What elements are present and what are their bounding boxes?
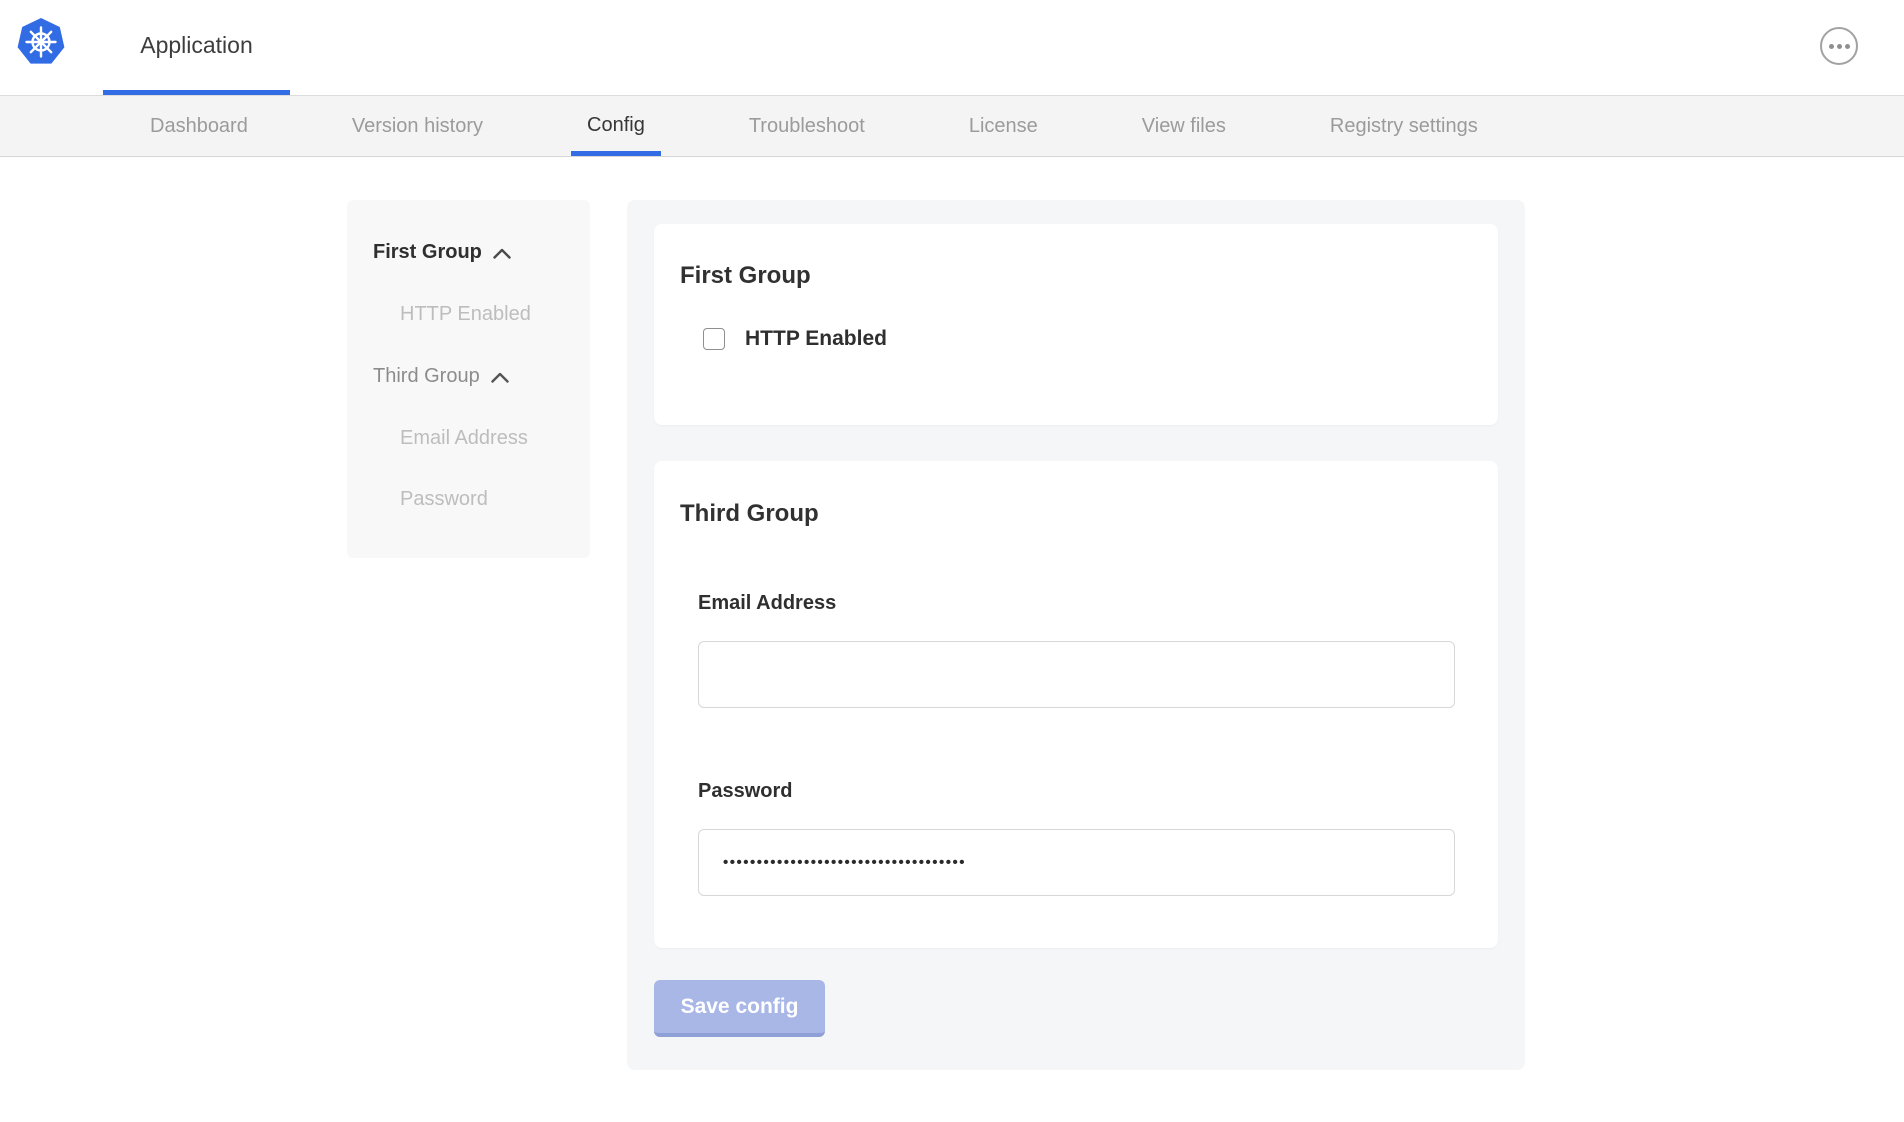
tab-config[interactable]: Config xyxy=(571,96,661,156)
chevron-up-icon xyxy=(491,366,509,389)
tab-troubleshoot[interactable]: Troubleshoot xyxy=(733,96,881,156)
http-enabled-checkbox-row[interactable]: HTTP Enabled xyxy=(703,327,1498,351)
sidebar-item-third-group[interactable]: Third Group xyxy=(373,364,590,389)
tab-view-files[interactable]: View files xyxy=(1126,96,1242,156)
email-address-input[interactable] xyxy=(698,641,1455,708)
sidebar-item-http-enabled[interactable]: HTTP Enabled xyxy=(400,303,531,326)
config-group-card-first: First Group HTTP Enabled xyxy=(654,224,1498,425)
sidebar-group-label: First Group xyxy=(373,241,482,264)
tab-license[interactable]: License xyxy=(953,96,1054,156)
sidebar-item-first-group[interactable]: First Group xyxy=(373,240,590,265)
app-nav-bar: Dashboard Version history Config Trouble… xyxy=(0,95,1904,157)
save-config-button[interactable]: Save config xyxy=(654,980,825,1037)
password-label: Password xyxy=(698,780,1498,803)
tab-dashboard[interactable]: Dashboard xyxy=(134,96,264,156)
config-panel: First Group HTTP Enabled Third Group Ema… xyxy=(627,200,1525,1070)
tab-version-history[interactable]: Version history xyxy=(336,96,499,156)
app-tab-label: Application xyxy=(140,32,253,59)
email-address-label: Email Address xyxy=(698,592,1498,615)
group-title: First Group xyxy=(680,262,1498,290)
kubernetes-logo-icon[interactable] xyxy=(16,17,66,67)
http-enabled-checkbox[interactable] xyxy=(703,328,725,350)
password-input[interactable] xyxy=(698,829,1455,896)
tab-application[interactable]: Application xyxy=(103,0,290,95)
more-options-button[interactable] xyxy=(1820,27,1858,65)
chevron-up-icon xyxy=(493,242,511,265)
http-enabled-checkbox-label: HTTP Enabled xyxy=(745,327,887,351)
sidebar-item-email-address[interactable]: Email Address xyxy=(400,427,528,450)
app-header: Application xyxy=(0,0,1904,95)
sidebar-group-label: Third Group xyxy=(373,365,480,388)
sidebar-item-password[interactable]: Password xyxy=(400,488,488,511)
group-title: Third Group xyxy=(680,500,1498,528)
tab-registry-settings[interactable]: Registry settings xyxy=(1314,96,1494,156)
config-group-card-third: Third Group Email Address Password xyxy=(654,461,1498,948)
config-sidebar: First Group HTTP Enabled Third Group Ema… xyxy=(347,200,590,558)
ellipsis-icon xyxy=(1829,44,1850,49)
